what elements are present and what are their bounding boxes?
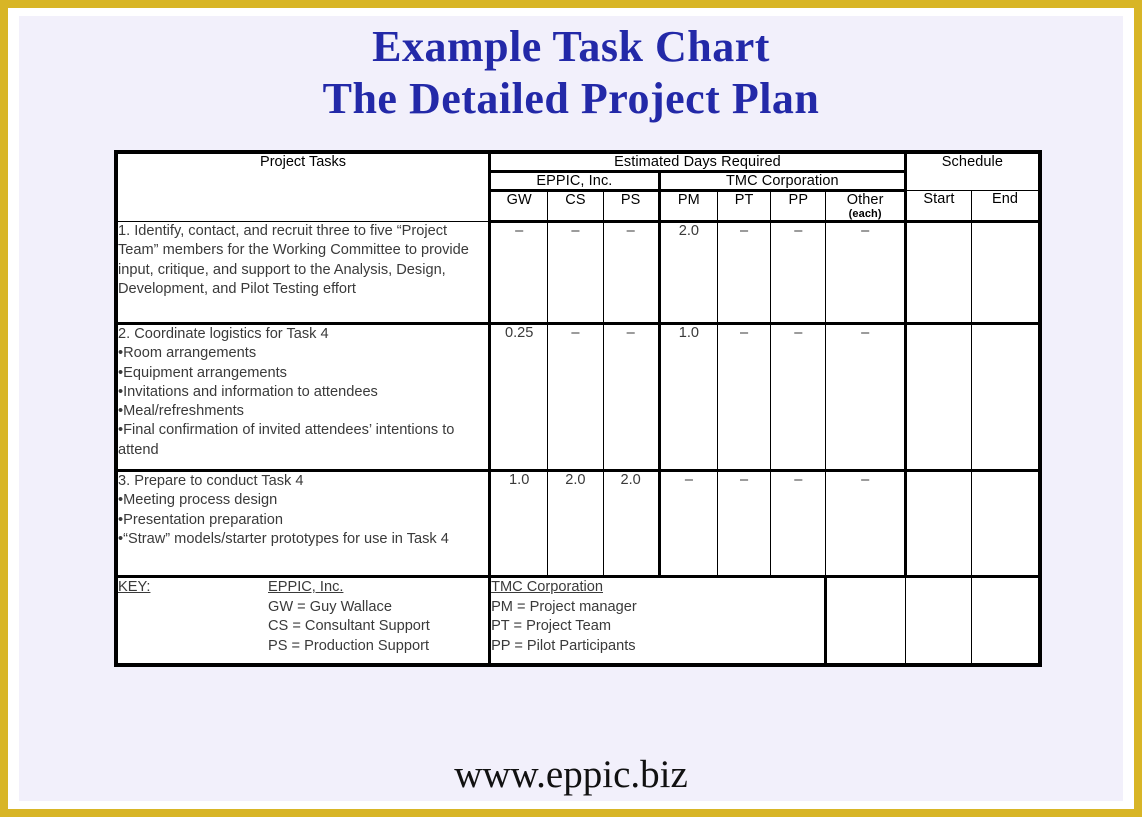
task-bullet: •Equipment arrangements [118, 364, 287, 381]
cell-start [904, 221, 973, 324]
key-eppic-cell: KEY: EPPIC, Inc. GW = Guy Wallace CS = C… [115, 575, 492, 665]
cell-other: – [825, 322, 907, 471]
cell-pt: – [716, 469, 772, 577]
task-bullet: •Invitations and information to attendee… [118, 383, 378, 400]
task-description-cell: 2. Coordinate logistics for Task 4 •Room… [115, 322, 492, 471]
cell-gw: 1.0 [489, 469, 549, 577]
cell-cs: 2.0 [547, 469, 604, 577]
cell-pm: 1.0 [658, 322, 719, 471]
header-col-pt: PT [716, 190, 772, 223]
cell-other: – [825, 469, 907, 577]
key-eppic-line: GW = Guy Wallace [268, 598, 392, 615]
task-description-cell: 1. Identify, contact, and recruit three … [115, 221, 492, 324]
header-col-end: End [971, 190, 1041, 223]
slide-canvas: Example Task Chart The Detailed Project … [19, 16, 1123, 801]
task-bullet: •“Straw” models/starter prototypes for u… [118, 530, 449, 547]
header-schedule: Schedule [904, 151, 1041, 191]
key-label: KEY: [118, 579, 151, 595]
header-col-start: Start [904, 190, 973, 223]
task-chart-table: Project Tasks Estimated Days Required Sc… [114, 150, 1042, 667]
task-chart-table-container: Project Tasks Estimated Days Required Sc… [114, 150, 1042, 667]
key-tmc-cell: TMC Corporation PM = Project manager PT … [489, 575, 828, 665]
header-col-pm: PM [658, 190, 719, 223]
cell-ps: 2.0 [602, 469, 661, 577]
key-eppic-line: PS = Production Support [268, 637, 430, 654]
key-eppic-line: CS = Consultant Support [268, 618, 430, 634]
cell-end [971, 322, 1041, 471]
cell-pt: – [716, 221, 772, 324]
header-col-gw: GW [489, 190, 549, 223]
cell-pp: – [770, 469, 827, 577]
cell-ps: – [602, 322, 661, 471]
key-legend-row: KEY: EPPIC, Inc. GW = Guy Wallace CS = C… [115, 575, 1041, 665]
key-tmc-line: PT = Project Team [491, 618, 611, 634]
key-eppic-block: EPPIC, Inc. GW = Guy Wallace CS = Consul… [268, 578, 430, 656]
task-bullet: •Room arrangements [118, 345, 257, 362]
table-row: 3. Prepare to conduct Task 4 •Meeting pr… [115, 469, 1041, 577]
cell-cs: – [547, 322, 604, 471]
header-row-groups-top: Project Tasks Estimated Days Required Sc… [115, 151, 1041, 222]
cell-other: – [825, 221, 907, 324]
table-row: 2. Coordinate logistics for Task 4 •Room… [115, 322, 1041, 471]
header-col-cs: CS [547, 190, 604, 223]
page-border-frame: Example Task Chart The Detailed Project … [8, 8, 1134, 809]
title-line-1: Example Task Chart [372, 22, 770, 71]
cell-start [904, 469, 973, 577]
task-title: 2. Coordinate logistics for Task 4 [118, 326, 329, 342]
key-cell-other-empty [825, 575, 906, 665]
cell-ps: – [602, 221, 661, 324]
key-tmc-line: PP = Pilot Participants [491, 637, 636, 654]
key-eppic-heading: EPPIC, Inc. [268, 579, 344, 595]
header-group-eppic: EPPIC, Inc. [489, 171, 661, 192]
header-col-other-sublabel: (each) [848, 208, 882, 220]
task-bullet: •Meeting process design [118, 492, 278, 509]
cell-pm: 2.0 [658, 221, 719, 324]
cell-start [904, 322, 973, 471]
task-description-cell: 3. Prepare to conduct Task 4 •Meeting pr… [115, 469, 492, 577]
task-bullet: •Meal/refreshments [118, 403, 244, 420]
key-tmc-line: PM = Project manager [491, 598, 637, 615]
header-project-tasks: Project Tasks [115, 151, 492, 222]
key-tmc-heading: TMC Corporation [491, 579, 603, 595]
cell-cs: – [547, 221, 604, 324]
header-col-other: Other (each) [825, 190, 907, 223]
cell-pp: – [770, 221, 827, 324]
table-row: 1. Identify, contact, and recruit three … [115, 221, 1041, 324]
cell-end [971, 469, 1041, 577]
header-col-pp: PP [770, 190, 827, 223]
page-title: Example Task Chart The Detailed Project … [19, 21, 1123, 125]
task-title: 3. Prepare to conduct Task 4 [118, 473, 304, 489]
task-bullet: •Presentation preparation [118, 511, 283, 528]
header-estimated-days-required: Estimated Days Required [489, 151, 907, 173]
cell-gw: 0.25 [489, 322, 549, 471]
key-cell-start-empty [904, 575, 973, 665]
cell-pp: – [770, 322, 827, 471]
task-bullet: •Final confirmation of invited attendees… [118, 422, 455, 458]
cell-pt: – [716, 322, 772, 471]
header-col-ps: PS [602, 190, 661, 223]
task-title: 1. Identify, contact, and recruit three … [118, 223, 469, 297]
header-col-other-label: Other [846, 192, 884, 208]
title-line-2: The Detailed Project Plan [322, 74, 820, 123]
footer-website: www.eppic.biz [454, 753, 688, 796]
header-group-tmc: TMC Corporation [658, 171, 907, 192]
key-cell-end-empty [971, 575, 1041, 665]
cell-pm: – [658, 469, 719, 577]
cell-end [971, 221, 1041, 324]
cell-gw: – [489, 221, 549, 324]
